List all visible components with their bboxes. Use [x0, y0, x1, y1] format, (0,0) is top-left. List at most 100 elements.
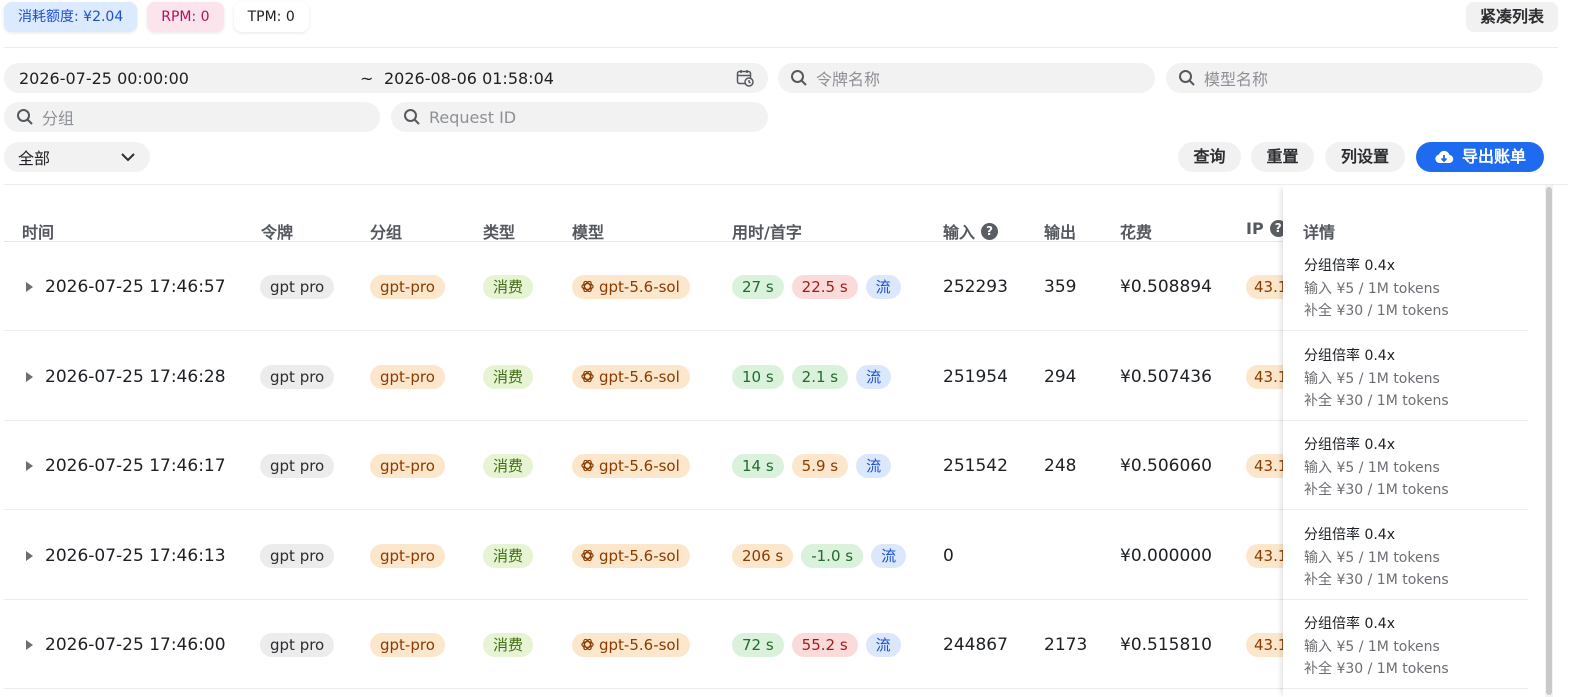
openai-icon	[581, 638, 594, 651]
header-type[interactable]: 类型	[483, 219, 515, 243]
header-ip[interactable]: IP ?	[1246, 219, 1287, 238]
stream-tag: 流	[856, 453, 892, 478]
model-tag[interactable]: gpt-5.6-sol	[572, 453, 690, 478]
model-tag[interactable]: gpt-5.6-sol	[572, 543, 690, 568]
export-bill-label: 导出账单	[1461, 147, 1526, 166]
output-cell: 248	[1044, 455, 1077, 476]
time-cell: 2026-07-25 17:46:13	[26, 511, 226, 600]
first-token-tag: -1.0 s	[801, 543, 864, 568]
output-cell: 359	[1044, 276, 1077, 297]
expand-caret-icon[interactable]	[26, 550, 33, 561]
expand-caret-icon[interactable]	[26, 281, 33, 292]
help-icon[interactable]: ?	[981, 222, 999, 240]
token-tag: gpt pro	[260, 453, 335, 478]
type-select[interactable]: 全部	[4, 142, 150, 172]
search-icon	[791, 70, 807, 86]
time-cell: 2026-07-25 17:46:00	[26, 600, 226, 689]
column-settings-button[interactable]: 列设置	[1325, 142, 1405, 172]
model-name: gpt-5.6-sol	[599, 367, 680, 386]
header-group[interactable]: 分组	[370, 219, 402, 243]
table-scrollbar[interactable]	[1545, 185, 1553, 697]
stream-tag: 流	[856, 364, 892, 389]
model-name-placeholder: 模型名称	[1204, 70, 1269, 89]
token-cell: gpt pro	[260, 421, 335, 510]
token-cell: gpt pro	[260, 511, 335, 600]
model-name-input[interactable]: 模型名称	[1166, 63, 1543, 93]
group-input[interactable]: 分组	[4, 102, 380, 132]
expand-caret-icon[interactable]	[26, 460, 33, 471]
time-value: 2026-07-25 17:46:17	[45, 455, 226, 476]
compact-list-button[interactable]: 紧凑列表	[1465, 2, 1558, 32]
request-id-input[interactable]: Request ID	[391, 102, 768, 132]
tpm-badge: TPM: 0	[233, 2, 309, 32]
type-tag: 消费	[483, 364, 534, 389]
duration-cell: 72 s 55.2 s 流	[732, 600, 901, 689]
group-cell: gpt-pro	[370, 600, 445, 689]
time-value: 2026-07-25 17:46:57	[45, 276, 226, 297]
completion-price-text: 补全 ¥30 / 1M tokens	[1304, 482, 1449, 498]
model-tag[interactable]: gpt-5.6-sol	[572, 364, 690, 389]
search-icon	[404, 109, 420, 125]
duration-cell: 27 s 22.5 s 流	[732, 242, 901, 331]
token-name-input[interactable]: 令牌名称	[778, 63, 1155, 93]
group-ratio-text: 分组倍率 0.4x	[1304, 258, 1395, 274]
model-tag[interactable]: gpt-5.6-sol	[572, 632, 690, 657]
first-token-tag: 22.5 s	[791, 274, 858, 299]
detail-cell: 分组倍率 0.4x 输入 ¥5 / 1M tokens 补全 ¥30 / 1M to…	[1283, 242, 1528, 331]
input-price-text: 输入 ¥5 / 1M tokens	[1304, 370, 1440, 387]
first-token-tag: 5.9 s	[791, 453, 849, 478]
group-tag: gpt-pro	[370, 543, 445, 568]
type-cell: 消费	[483, 332, 534, 421]
calendar-icon[interactable]	[736, 69, 754, 87]
model-tag[interactable]: gpt-5.6-sol	[572, 274, 690, 299]
type-cell: 消费	[483, 242, 534, 331]
group-ratio-text: 分组倍率 0.4x	[1304, 616, 1395, 632]
input-cell: 251542	[943, 455, 1008, 476]
openai-icon	[581, 370, 594, 383]
time-value: 2026-07-25 17:46:00	[45, 634, 226, 655]
query-button[interactable]: 查询	[1178, 142, 1241, 172]
model-name: gpt-5.6-sol	[599, 277, 680, 296]
token-cell: gpt pro	[260, 242, 335, 331]
model-name: gpt-5.6-sol	[599, 635, 680, 654]
header-model[interactable]: 模型	[572, 219, 604, 243]
duration-cell: 10 s 2.1 s 流	[732, 332, 892, 421]
openai-icon	[581, 459, 594, 472]
usage-log-table: 时间 令牌 分组 类型 模型 用时/首字 输入 ? 输出 花费 IP ? 202…	[4, 185, 1544, 697]
header-input[interactable]: 输入 ?	[943, 219, 999, 243]
model-cell: gpt-5.6-sol	[572, 242, 690, 331]
detail-cell: 分组倍率 0.4x 输入 ¥5 / 1M tokens 补全 ¥30 / 1M to…	[1283, 600, 1528, 689]
completion-price-text: 补全 ¥30 / 1M tokens	[1304, 572, 1449, 588]
header-output[interactable]: 输出	[1044, 219, 1076, 243]
header-cost[interactable]: 花费	[1120, 219, 1152, 243]
divider	[4, 47, 1558, 48]
export-bill-button[interactable]: 导出账单	[1416, 142, 1544, 172]
ip-cell: 43.1	[1246, 600, 1286, 689]
detail-column: 详情 分组倍率 0.4x 输入 ¥5 / 1M tokens 补全 ¥30 / 1M…	[1283, 185, 1528, 697]
cloud-download-icon	[1435, 150, 1454, 164]
duration-tag: 27 s	[732, 274, 784, 299]
header-time[interactable]: 时间	[22, 219, 54, 243]
header-token[interactable]: 令牌	[261, 219, 293, 243]
output-cell: 2173	[1044, 634, 1088, 655]
start-time[interactable]: 2026-07-25 00:00:00	[19, 69, 189, 88]
group-cell: gpt-pro	[370, 332, 445, 421]
group-tag: gpt-pro	[370, 453, 445, 478]
type-cell: 消费	[483, 421, 534, 510]
scroll-thumb[interactable]	[1546, 187, 1552, 695]
expand-caret-icon[interactable]	[26, 371, 33, 382]
token-cell: gpt pro	[260, 600, 335, 689]
date-range-picker[interactable]: 2026-07-25 00:00:00 ~ 2026-08-06 01:58:0…	[4, 63, 768, 93]
model-cell: gpt-5.6-sol	[572, 511, 690, 600]
reset-button[interactable]: 重置	[1251, 142, 1314, 172]
input-price-text: 输入 ¥5 / 1M tokens	[1304, 459, 1440, 476]
time-value: 2026-07-25 17:46:28	[45, 366, 226, 387]
type-cell: 消费	[483, 511, 534, 600]
ip-tag: 43.1	[1246, 364, 1286, 389]
expand-caret-icon[interactable]	[26, 639, 33, 650]
header-duration[interactable]: 用时/首字	[732, 219, 802, 243]
output-cell: 294	[1044, 366, 1077, 387]
end-time[interactable]: 2026-08-06 01:58:04	[384, 69, 554, 88]
detail-cell: 分组倍率 0.4x 输入 ¥5 / 1M tokens 补全 ¥30 / 1M to…	[1283, 511, 1528, 600]
token-tag: gpt pro	[260, 364, 335, 389]
